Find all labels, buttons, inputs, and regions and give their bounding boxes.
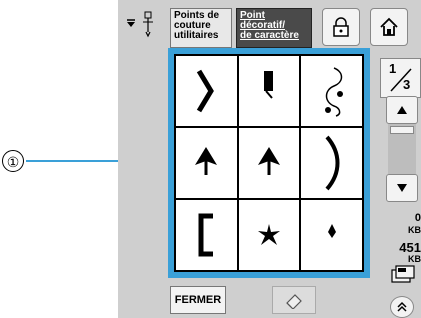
needle-icon xyxy=(127,11,153,38)
kb-label-1: KB xyxy=(408,225,421,235)
stitch-count: 0 xyxy=(414,212,421,224)
double-chevron-up-icon xyxy=(397,301,407,312)
memory-save-icon[interactable] xyxy=(388,264,418,286)
page-divider xyxy=(390,68,412,92)
leaf-stitch-icon xyxy=(257,147,280,175)
stitch-cell-r3c3[interactable] xyxy=(301,200,362,270)
stitch-grid xyxy=(174,54,364,272)
leaf-stitch-icon xyxy=(195,147,218,175)
memory-value: 451 xyxy=(399,240,421,255)
stitch-cell-r1c1[interactable] xyxy=(176,56,237,126)
tab-utility-stitches[interactable]: Points de couture utilitaires xyxy=(170,8,232,48)
eraser-button[interactable] xyxy=(272,286,316,314)
block-stitch-icon xyxy=(263,71,273,99)
lock-button[interactable] xyxy=(322,8,360,46)
arrow-up-icon xyxy=(397,106,407,114)
dot-stitch-icon xyxy=(327,224,336,238)
scroll-down-button[interactable] xyxy=(386,174,418,202)
home-button[interactable] xyxy=(370,8,408,46)
stitch-cell-r2c2[interactable] xyxy=(238,128,300,198)
kb-label-2: KB xyxy=(408,254,421,264)
stitch-cell-r2c1[interactable] xyxy=(176,128,237,198)
close-button[interactable]: FERMER xyxy=(170,286,226,314)
page-indicator: 1 3 xyxy=(380,58,421,98)
arrow-down-icon xyxy=(397,184,407,192)
right-paren-stitch-icon xyxy=(325,135,340,191)
stitch-cell-r3c2[interactable] xyxy=(238,200,300,270)
stitch-selection-panel xyxy=(168,48,370,278)
star-stitch-icon xyxy=(257,224,280,245)
left-bracket-stitch-icon xyxy=(198,213,214,257)
scrollbar-thumb[interactable] xyxy=(390,126,414,134)
tab-deco-line3: de caractère xyxy=(240,30,299,41)
lock-icon xyxy=(333,17,349,37)
swirl-stitch-icon xyxy=(324,67,343,117)
eraser-icon xyxy=(286,294,302,309)
stitch-cell-r3c1[interactable] xyxy=(176,200,237,270)
tab-decorative-stitches[interactable]: Point décoratif/ de caractère xyxy=(236,8,312,48)
tab-utility-line3: utilitaires xyxy=(174,30,219,41)
home-icon xyxy=(380,17,398,36)
expand-button[interactable] xyxy=(390,296,414,318)
callout-number: ① xyxy=(2,150,24,172)
page-total: 3 xyxy=(403,77,411,92)
stitch-cell-r2c3[interactable] xyxy=(301,128,362,198)
right-bracket-stitch-icon xyxy=(197,69,215,113)
stitch-cell-r1c2[interactable] xyxy=(238,56,300,126)
stitch-cell-r1c3[interactable] xyxy=(301,56,362,126)
scroll-up-button[interactable] xyxy=(386,96,418,124)
